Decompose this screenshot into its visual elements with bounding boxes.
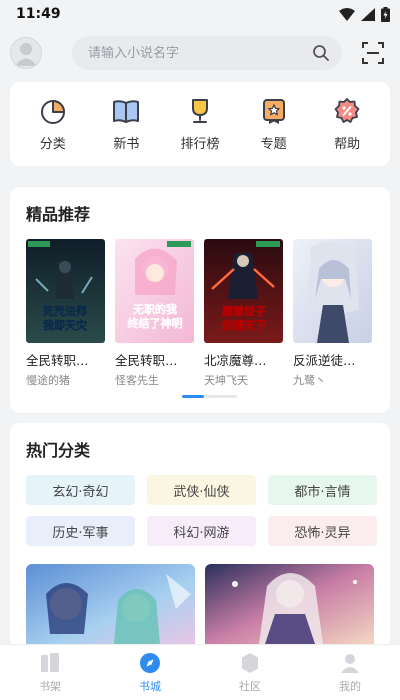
promo-banner[interactable]	[205, 564, 374, 644]
svg-text:魔尊世子: 魔尊世子	[222, 304, 266, 318]
category-grid: 玄幻·奇幻 武侠·仙侠 都市·言情 历史·军事 科幻·网游 恐怖·灵异	[26, 475, 377, 546]
quick-link-topics[interactable]: 专题	[242, 97, 306, 152]
profile-icon	[341, 653, 359, 673]
trophy-icon	[191, 98, 208, 123]
svg-text:剑镇天下: 剑镇天下	[221, 318, 266, 332]
section-title: 热门分类	[26, 441, 91, 460]
wifi-icon	[339, 7, 355, 21]
book-title: 反派逆徒…	[293, 353, 356, 368]
help-badge-icon	[334, 97, 360, 123]
quick-link-category[interactable]: 分类	[21, 97, 85, 152]
pie-chart-icon	[40, 99, 65, 124]
book-cover[interactable]	[293, 239, 372, 343]
community-icon	[242, 652, 258, 673]
avatar[interactable]	[10, 37, 42, 69]
book-cover[interactable]: 死灵法师 我即天灾	[26, 239, 105, 343]
svg-text:我即天灾: 我即天灾	[43, 318, 88, 332]
tab-label: 书架	[39, 679, 61, 693]
banner-row	[26, 564, 374, 644]
search-bar[interactable]	[72, 36, 342, 70]
book-card[interactable]: 死灵法师 我即天灾 全民转职… 慢途的猪	[26, 239, 105, 388]
book-author: 慢途的猪	[26, 374, 70, 387]
tab-bookshelf[interactable]: 书架	[20, 652, 80, 694]
pager-dot-active	[182, 395, 204, 398]
signal-icon	[361, 7, 375, 21]
category-chip[interactable]: 武侠·仙侠	[147, 475, 256, 505]
quick-link-new-books[interactable]: 新书	[94, 97, 158, 152]
tab-profile[interactable]: 我的	[320, 652, 380, 694]
bookshelf-icon	[41, 652, 59, 672]
featured-section: 精品推荐 死灵法师 我即天灾 全民转职… 慢途的猪 无职的我 终结了神明 全民转…	[10, 187, 390, 413]
tab-community[interactable]: 社区	[220, 652, 280, 694]
tab-label: 书城	[139, 679, 161, 693]
quick-link-help[interactable]: 帮助	[315, 97, 379, 152]
scan-icon	[362, 42, 384, 64]
hot-categories-section: 热门分类 玄幻·奇幻 武侠·仙侠 都市·言情 历史·军事 科幻·网游 恐怖·灵异	[10, 423, 390, 648]
svg-text:死灵法师: 死灵法师	[43, 304, 87, 318]
quick-link-label: 帮助	[334, 136, 361, 152]
book-icon	[113, 99, 140, 123]
book-author: 怪客先生	[115, 374, 159, 387]
tab-label: 我的	[339, 679, 361, 693]
quick-link-ranking[interactable]: 排行榜	[168, 97, 232, 152]
quick-link-label: 分类	[39, 136, 66, 152]
svg-text:无职的我: 无职的我	[132, 302, 177, 316]
search-input[interactable]	[88, 45, 312, 61]
user-avatar-icon	[15, 43, 37, 66]
pager-dot	[204, 395, 237, 398]
book-carousel[interactable]: 死灵法师 我即天灾 全民转职… 慢途的猪 无职的我 终结了神明 全民转职… 怪客…	[26, 239, 374, 388]
status-bar: 11:49	[0, 0, 400, 28]
category-chip[interactable]: 历史·军事	[26, 516, 135, 546]
category-chip[interactable]: 科幻·网游	[147, 516, 256, 546]
clock: 11:49	[16, 6, 61, 22]
compass-icon	[140, 652, 160, 673]
book-cover[interactable]: 无职的我 终结了神明	[115, 239, 194, 343]
book-card[interactable]: 无职的我 终结了神明 全民转职… 怪客先生	[115, 239, 194, 388]
category-chip[interactable]: 恐怖·灵异	[268, 516, 377, 546]
category-chip[interactable]: 玄幻·奇幻	[26, 475, 135, 505]
book-author: 九鹭丶	[293, 374, 326, 387]
search-icon[interactable]	[312, 44, 330, 62]
book-cover[interactable]: 魔尊世子 剑镇天下	[204, 239, 283, 343]
tab-label: 社区	[239, 679, 261, 693]
quick-link-label: 排行榜	[180, 136, 220, 152]
carousel-pager	[182, 395, 237, 398]
book-card[interactable]: 魔尊世子 剑镇天下 北凉魔尊… 天坤飞天	[204, 239, 283, 388]
book-title: 全民转职…	[115, 353, 178, 368]
book-author: 天坤飞天	[204, 374, 248, 387]
promo-banner[interactable]	[26, 564, 195, 644]
book-card[interactable]: 反派逆徒… 九鹭丶	[293, 239, 372, 388]
battery-icon	[381, 6, 390, 22]
ribbon-icon	[262, 98, 285, 124]
tab-bookstore[interactable]: 书城	[120, 652, 180, 694]
book-title: 北凉魔尊…	[204, 353, 267, 368]
top-header	[0, 28, 400, 78]
quick-link-label: 新书	[113, 136, 140, 152]
category-chip[interactable]: 都市·言情	[268, 475, 377, 505]
svg-text:终结了神明: 终结了神明	[128, 316, 183, 330]
scan-button[interactable]	[358, 38, 388, 68]
book-title: 全民转职…	[26, 353, 89, 368]
quick-link-label: 专题	[260, 136, 287, 152]
quick-links: 分类 新书 排行榜 专题 帮助	[10, 82, 390, 166]
section-title: 精品推荐	[26, 205, 91, 224]
bottom-tab-bar: 书架 书城 社区 我的	[0, 644, 400, 700]
